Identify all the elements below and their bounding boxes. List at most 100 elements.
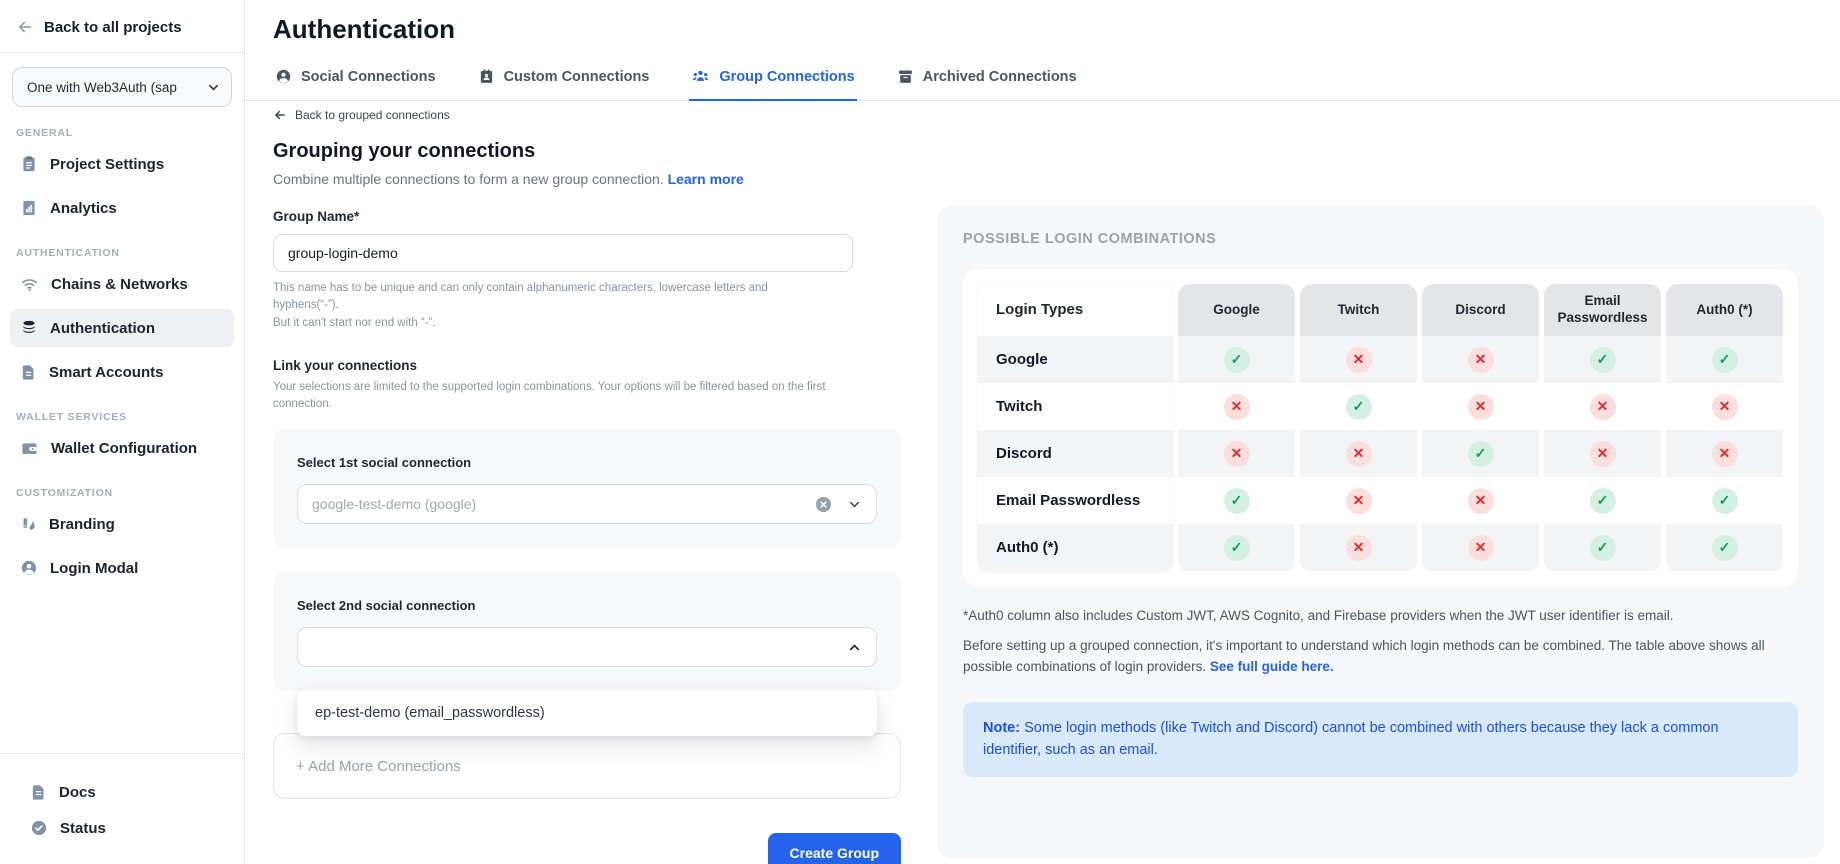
page-title: Authentication [245,0,1840,45]
form-heading: Grouping your connections [273,140,905,163]
main-content: Authentication Social Connections Custom… [245,0,1840,864]
sidebar-item-label: Branding [49,516,115,533]
sidebar-item-authentication[interactable]: Authentication [10,309,234,347]
sidebar-section-wallet-services: WALLET SERVICES [16,411,228,423]
form-actions: Create Group [273,833,901,864]
check-icon: ✓ [1712,488,1738,514]
tab-bar: Social Connections Custom Connections Gr… [245,61,1840,101]
sidebar-item-chains-networks[interactable]: Chains & Networks [10,265,234,303]
cross-icon: ✕ [1224,441,1250,467]
group-name-label: Group Name* [273,209,905,224]
combinations-table-card: Login TypesGoogleTwitchDiscordEmail Pass… [963,269,1798,586]
document-icon [20,364,37,381]
group-connection-form: Back to grouped connections Grouping you… [273,108,905,864]
form-subtitle: Combine multiple connections to form a n… [273,171,905,187]
create-group-button[interactable]: Create Group [768,833,901,864]
chevron-down-icon [206,80,221,95]
combo-cell: ✕ [1300,430,1417,477]
combo-cell: ✓ [1666,336,1783,383]
tab-archived-connections[interactable]: Archived Connections [895,61,1079,101]
see-full-guide-link[interactable]: See full guide here. [1210,659,1334,674]
tab-label: Custom Connections [504,69,650,85]
cross-icon: ✕ [1590,394,1616,420]
column-header: Twitch [1300,284,1417,336]
login-types-column: Login TypesGoogleTwitchDiscordEmail Pass… [978,284,1173,571]
sidebar-item-branding[interactable]: Branding [10,505,234,543]
select1-label: Select 1st social connection [297,455,877,470]
sidebar-item-label: Smart Accounts [49,364,163,381]
note-box: Note: Some login methods (like Twitch an… [963,702,1798,777]
wallet-icon [20,439,39,458]
group-name-help: This name has to be unique and can only … [273,280,833,332]
cross-icon: ✕ [1712,394,1738,420]
database-icon [20,319,38,337]
sidebar-item-project-settings[interactable]: Project Settings [10,145,234,183]
chevron-up-icon[interactable] [847,640,862,655]
learn-more-link[interactable]: Learn more [668,171,744,187]
sidebar-item-analytics[interactable]: Analytics [10,189,234,227]
dropdown-option[interactable]: ep-test-demo (email_passwordless) [297,690,877,736]
first-connection-card: Select 1st social connection google-test… [273,429,901,548]
provider-column: Auth0 (*) ✓ ✕ ✕ ✓ ✓ [1666,284,1783,571]
combo-cell: ✓ [1544,524,1661,571]
combo-cell: ✕ [1422,524,1539,571]
tab-group-connections[interactable]: Group Connections [689,61,856,101]
sidebar-item-docs[interactable]: Docs [20,774,224,810]
check-icon: ✓ [1224,488,1250,514]
tab-social-connections[interactable]: Social Connections [273,61,438,101]
combo-cell: ✕ [1422,383,1539,430]
document-icon [30,784,47,801]
sidebar-item-label: Project Settings [50,156,164,173]
sidebar-item-label: Status [60,820,106,837]
combo-cell: ✕ [1178,430,1295,477]
select2-options-menu: ep-test-demo (email_passwordless) [297,690,877,736]
cross-icon: ✕ [1346,535,1372,561]
guide-footnote-text: Before setting up a grouped connection, … [963,638,1765,674]
combo-cell: ✕ [1666,430,1783,477]
check-icon: ✓ [1224,347,1250,373]
clear-icon[interactable] [814,495,833,514]
row-label: Discord [978,430,1173,477]
project-selector[interactable]: One with Web3Auth (sap [12,67,232,107]
combo-cell: ✓ [1666,477,1783,524]
people-group-icon [691,67,710,86]
tab-custom-connections[interactable]: Custom Connections [476,61,652,101]
check-icon: ✓ [1712,535,1738,561]
combo-cell: ✓ [1544,477,1661,524]
form-subtitle-text: Combine multiple connections to form a n… [273,171,664,187]
sidebar-item-status[interactable]: Status [20,810,224,846]
sidebar-item-smart-accounts[interactable]: Smart Accounts [10,353,234,391]
check-icon: ✓ [1590,488,1616,514]
sidebar-item-label: Authentication [50,320,155,337]
group-name-input[interactable] [273,234,853,272]
provider-column: Email Passwordless✓✕✕✓✓ [1544,284,1661,571]
select1-value: google-test-demo (google) [312,496,814,512]
back-to-grouped-connections-link[interactable]: Back to grouped connections [273,108,905,122]
sidebar-item-wallet-configuration[interactable]: Wallet Configuration [10,429,234,467]
archive-icon [897,68,914,85]
back-to-projects-link[interactable]: Back to all projects [0,0,244,53]
cross-icon: ✕ [1468,347,1494,373]
back-to-projects-label: Back to all projects [44,19,182,36]
combo-cell: ✓ [1544,336,1661,383]
check-icon: ✓ [1346,394,1372,420]
sidebar: Back to all projects One with Web3Auth (… [0,0,245,864]
wifi-icon [20,275,39,294]
chevron-down-icon[interactable] [847,497,862,512]
combo-cell: ✕ [1422,477,1539,524]
guide-footnote: Before setting up a grouped connection, … [963,636,1793,678]
sidebar-item-login-modal[interactable]: Login Modal [10,549,234,587]
row-label: Twitch [978,383,1173,430]
select1-dropdown[interactable]: google-test-demo (google) [297,484,877,524]
select2-dropdown[interactable] [297,627,877,667]
link-connections-help: Your selections are limited to the suppo… [273,379,833,414]
combo-cell: ✓ [1422,430,1539,477]
sidebar-section-customization: CUSTOMIZATION [16,487,228,499]
possible-login-combinations-panel: POSSIBLE LOGIN COMBINATIONS Login TypesG… [937,205,1824,858]
check-icon: ✓ [1712,347,1738,373]
column-header: Auth0 (*) [1666,284,1783,336]
add-more-connections-button[interactable]: + Add More Connections [273,733,901,799]
auth0-footnote: *Auth0 column also includes Custom JWT, … [963,608,1798,623]
combo-cell: ✓ [1300,383,1417,430]
combo-cell: ✕ [1300,336,1417,383]
